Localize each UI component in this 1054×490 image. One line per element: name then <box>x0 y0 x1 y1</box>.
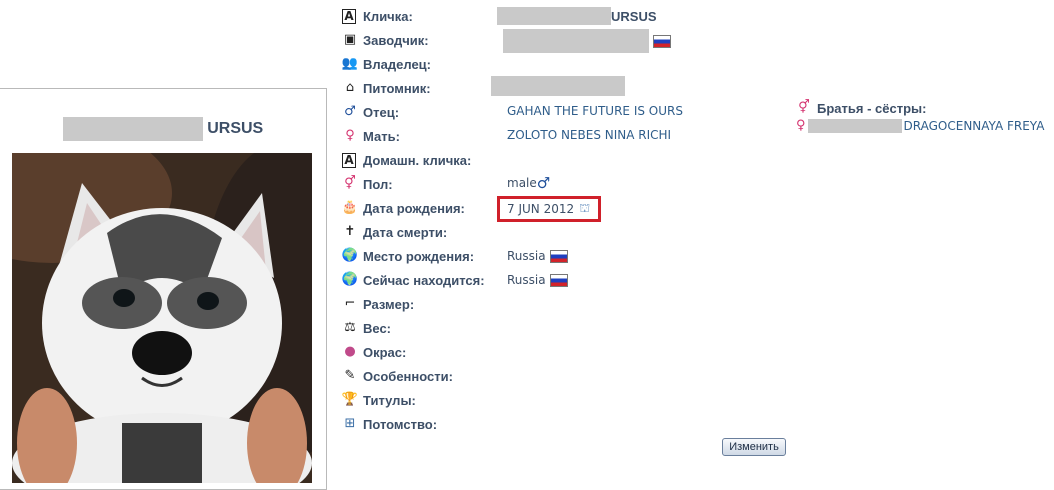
field-row: 🌍 Место рождения: <box>342 245 474 267</box>
field-row: ▣ Заводчик: <box>342 29 429 51</box>
redacted-breeder <box>503 29 649 53</box>
russia-flag-icon <box>549 273 568 287</box>
field-row: ✎ Особенности: <box>342 365 453 387</box>
father-link[interactable]: GAHAN THE FUTURE IS OURS <box>507 104 683 118</box>
globe-icon: 🌍 <box>341 272 359 287</box>
field-row: ♂ Отец: <box>342 101 399 123</box>
breeder-card-icon: ▣ <box>343 32 357 47</box>
redacted-sibling-prefix <box>807 118 902 133</box>
field-row: ● Окрас: <box>342 341 406 363</box>
field-row: 🏆 Титулы: <box>342 389 416 411</box>
birth-place-text: Russia <box>507 249 546 263</box>
siblings-header: ⚥ Братья - сёстры: <box>796 100 1044 116</box>
redacted-name <box>497 7 611 25</box>
field-row: ⌐ Размер: <box>342 293 415 315</box>
field-label: Дата рождения: <box>363 200 465 216</box>
edit-button[interactable]: Изменить <box>722 438 786 456</box>
field-label: Владелец: <box>363 56 431 72</box>
field-row: ⚥ Пол: <box>342 173 393 195</box>
field-row: ⌂ Питомник: <box>342 77 431 99</box>
sibling-link[interactable]: DRAGOCENNAYA FREYA <box>904 119 1045 133</box>
field-value-sex: male ♂ <box>507 174 550 192</box>
field-row: A Кличка: <box>342 5 413 27</box>
color-palette-icon: ● <box>344 344 356 359</box>
field-label: Питомник: <box>363 80 431 96</box>
kennel-house-icon: ⌂ <box>345 80 355 95</box>
field-label: Окрас: <box>363 344 407 360</box>
field-label: Титулы: <box>363 392 416 408</box>
field-label: Сейчас находится: <box>363 272 485 288</box>
field-label: Дата смерти: <box>363 224 448 240</box>
globe-icon: 🌍 <box>341 248 359 263</box>
field-label: Размер: <box>363 296 415 312</box>
field-label: Кличка: <box>363 8 413 24</box>
female-sign-icon: ♀ <box>796 118 806 133</box>
female-sign-icon: ♀ <box>345 128 355 143</box>
letter-a-icon: A <box>342 8 356 24</box>
field-value-birth-place: Russia <box>507 249 568 263</box>
field-value-current-location: Russia <box>507 273 568 287</box>
field-row: 🎂 Дата рождения: <box>342 197 465 219</box>
birth-date-highlight-box <box>497 196 601 222</box>
field-label: Особенности: <box>363 368 453 384</box>
scale-icon: ⚖ <box>344 320 356 335</box>
ruler-icon: ⌐ <box>344 296 356 311</box>
gender-sign-icon: ⚥ <box>344 176 356 191</box>
dog-photo[interactable] <box>12 153 312 483</box>
redacted-name-prefix <box>62 117 203 141</box>
gender-sign-icon: ⚥ <box>798 100 810 115</box>
siblings-section: ⚥ Братья - сёстры: ♀ DRAGOCENNAYA FREYA <box>796 100 1044 133</box>
current-location-text: Russia <box>507 273 546 287</box>
field-row: 🌍 Сейчас находится: <box>342 269 485 291</box>
letter-a-icon: A <box>342 152 356 168</box>
field-label: Место рождения: <box>363 248 475 264</box>
husky-puppy-image <box>12 153 312 483</box>
sex-text: male <box>507 176 537 190</box>
field-value-breeder <box>503 29 671 53</box>
dog-name-heading: URSUS <box>0 117 326 141</box>
field-label: Потомство: <box>363 416 438 432</box>
trophy-icon: 🏆 <box>341 392 359 407</box>
birthday-cake-icon: 🎂 <box>341 200 359 215</box>
mother-link[interactable]: ZOLOTO NEBES NINA RICHI <box>507 128 671 142</box>
cross-icon: ✝ <box>344 224 356 239</box>
notes-icon: ✎ <box>344 368 356 383</box>
owner-people-icon: 👥 <box>341 56 359 71</box>
field-label: Отец: <box>363 104 400 120</box>
russia-flag-icon <box>653 34 671 48</box>
dog-name-suffix: URSUS <box>207 120 264 138</box>
field-row: A Домашн. кличка: <box>342 149 471 171</box>
field-label: Мать: <box>363 128 400 144</box>
field-label: Домашн. кличка: <box>363 152 472 168</box>
field-label: Вес: <box>363 320 392 336</box>
siblings-label: Братья - сёстры: <box>817 100 927 116</box>
field-label: Пол: <box>363 176 393 192</box>
russia-flag-icon <box>549 249 568 263</box>
field-value-name: URSUS <box>497 6 657 26</box>
field-row: ✝ Дата смерти: <box>342 221 448 243</box>
sibling-item[interactable]: ♀ DRAGOCENNAYA FREYA <box>796 118 1044 133</box>
field-value-kennel <box>491 76 625 96</box>
field-row: ♀ Мать: <box>342 125 400 147</box>
field-label: Заводчик: <box>363 32 429 48</box>
male-sign-icon: ♂ <box>344 104 356 119</box>
dog-profile-panel: URSUS <box>0 88 327 490</box>
pedigree-tree-icon: ⊞ <box>344 416 356 431</box>
field-row: ⚖ Вес: <box>342 317 391 339</box>
field-row: 👥 Владелец: <box>342 53 431 75</box>
male-sign-icon: ♂ <box>536 174 551 192</box>
field-row: ⊞ Потомство: <box>342 413 438 435</box>
redacted-kennel <box>491 76 625 96</box>
